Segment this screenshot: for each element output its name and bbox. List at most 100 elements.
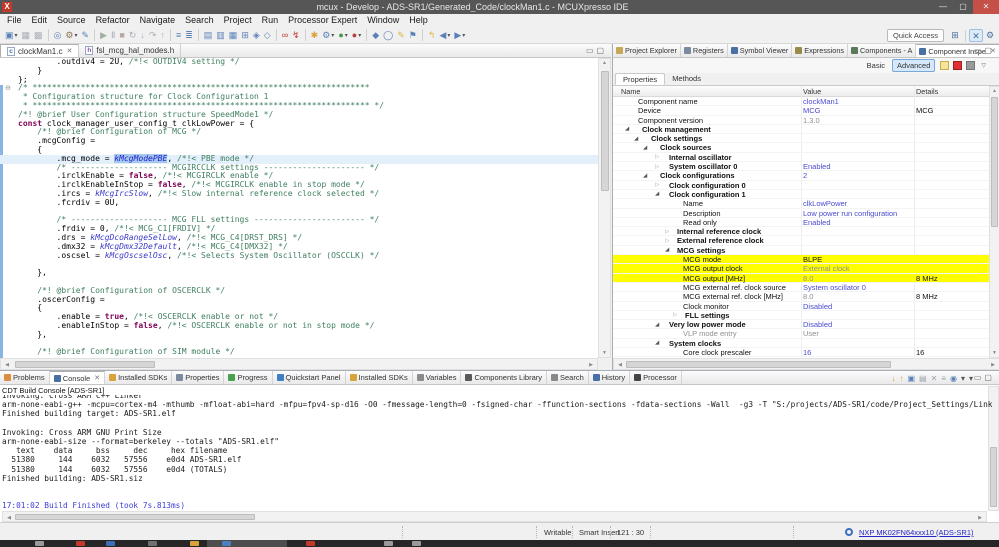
property-row[interactable]: Core clock prescaler1616 — [613, 348, 989, 357]
step-return-icon[interactable]: ↑ — [159, 28, 166, 42]
suspend-icon[interactable]: Ⅱ — [110, 28, 116, 42]
collapse-arrow-icon[interactable]: ◢ — [655, 321, 659, 329]
property-row[interactable]: Component version1.3.0 — [613, 116, 989, 125]
property-row[interactable]: Component nameclockMan1 — [613, 97, 989, 106]
taskbar-app-icon[interactable] — [222, 541, 231, 546]
taskbar-app-icon[interactable] — [306, 541, 315, 546]
taskbar-app-icon[interactable] — [384, 541, 393, 546]
view-tab-project-explorer[interactable]: Project Explorer — [613, 44, 681, 57]
maximize-window-button[interactable]: ▢ — [953, 0, 973, 14]
console-horizontal-scrollbar[interactable]: ◀ ▶ — [2, 511, 987, 522]
property-row[interactable]: ▷FLL settings — [613, 311, 989, 320]
property-row[interactable]: NameclkLowPower — [613, 199, 989, 208]
inspector-vertical-scrollbar[interactable]: ▲ ▼ — [989, 86, 999, 358]
registers-view-icon[interactable]: ▦ — [228, 28, 239, 42]
clear-console-icon[interactable]: ✕ — [931, 374, 938, 383]
open-console-icon[interactable]: ▾ — [969, 374, 973, 383]
property-row[interactable]: ◢Clock management — [613, 125, 989, 134]
terminate-icon[interactable]: ■ — [118, 28, 125, 42]
taskbar-app-icon[interactable] — [412, 541, 421, 546]
expand-arrow-icon[interactable]: ▷ — [665, 228, 669, 236]
collapse-arrow-icon[interactable]: ◢ — [655, 339, 659, 347]
scroll-lock-icon[interactable]: ≡ — [941, 374, 946, 383]
minimize-window-button[interactable]: — — [933, 0, 953, 14]
collapse-arrow-icon[interactable]: ◢ — [655, 190, 659, 198]
link-server-icon[interactable]: ∞ — [281, 28, 289, 42]
code-editor[interactable]: ⊖ .outdiv4 = 2U, /*!< OUTDIV4 setting */… — [0, 58, 611, 358]
restart-icon[interactable]: ↻ — [128, 28, 138, 42]
menu-processor-expert[interactable]: Processor Expert — [283, 14, 362, 27]
resume-icon[interactable]: ▶ — [99, 28, 108, 42]
faults-view-icon[interactable]: ◈ — [252, 28, 261, 42]
tips-icon[interactable] — [940, 61, 949, 70]
build-settings-icon[interactable]: ⚙▾ — [321, 28, 335, 42]
new-source-file-icon[interactable]: ✎ — [81, 28, 91, 42]
taskbar-app-icon[interactable] — [76, 541, 85, 546]
open-perspective-icon[interactable]: ⊞ — [948, 29, 962, 42]
tab-methods[interactable]: Methods — [665, 73, 708, 85]
console-view-icon[interactable]: ▤ — [203, 28, 214, 42]
property-row[interactable]: MCG output clockExternal clock — [613, 264, 989, 273]
word-wrap-icon[interactable]: ▤ — [919, 374, 927, 383]
property-row[interactable]: ▷Clock configuration 0 — [613, 181, 989, 190]
peripherals-view-icon[interactable]: ⊞ — [240, 28, 250, 42]
skip-breakpoints-icon[interactable]: ◎ — [53, 28, 63, 42]
menu-help[interactable]: Help — [404, 14, 433, 27]
property-row[interactable]: ▷Internal oscillator — [613, 153, 989, 162]
expand-arrow-icon[interactable]: ▷ — [655, 153, 659, 161]
tab-properties[interactable]: Properties — [615, 73, 665, 85]
flash-programmer-icon[interactable]: ◆ — [371, 28, 380, 42]
code-area[interactable]: .outdiv4 = 2U, /*!< OUTDIV4 setting */ }… — [18, 58, 598, 357]
errors-filter-icon[interactable] — [953, 61, 962, 70]
bottom-tab-history[interactable]: History — [589, 371, 630, 384]
menu-file[interactable]: File — [2, 14, 27, 27]
collapse-arrow-icon[interactable]: ◢ — [665, 246, 669, 254]
expand-arrow-icon[interactable]: ▷ — [665, 237, 669, 245]
inspector-minimize-maximize-icons[interactable]: ▭▢ — [974, 46, 995, 55]
clean-project-icon[interactable]: ✱ — [310, 28, 320, 42]
fold-collapse-icon[interactable]: ⊖ — [5, 85, 11, 93]
property-row[interactable]: MCG external ref. clock sourceSystem osc… — [613, 283, 989, 292]
display-selected-console-icon[interactable]: ▾ — [961, 374, 965, 383]
bottom-tab-search[interactable]: Search — [547, 371, 589, 384]
step-into-icon[interactable]: ↓ — [139, 28, 146, 42]
editor-minimize-maximize-icons[interactable]: ▭▢ — [586, 46, 607, 55]
view-tab-symbol-viewer[interactable]: Symbol Viewer — [728, 44, 793, 57]
bookmark-icon[interactable]: ⚑ — [408, 28, 418, 42]
property-row[interactable]: ▷System oscillator 0Enabled — [613, 162, 989, 171]
taskbar-active-app[interactable] — [207, 540, 287, 547]
install-perspective-icon[interactable]: ⚙ — [983, 29, 997, 42]
annotations-icon[interactable]: ✎ — [396, 28, 406, 42]
menu-run[interactable]: Run — [257, 14, 284, 27]
property-row[interactable]: VLP mode entryUser — [613, 329, 989, 338]
collapse-arrow-icon[interactable]: ◢ — [643, 144, 647, 152]
view-tab-registers[interactable]: Registers — [681, 44, 728, 57]
bottom-tab-problems[interactable]: Problems — [0, 371, 50, 384]
new-wizard-icon[interactable]: ▣▾ — [4, 28, 19, 42]
property-row[interactable]: ◢Clock settings — [613, 134, 989, 143]
basic-button[interactable]: Basic — [863, 60, 889, 71]
show-console-when-standout-icon[interactable]: ▣ — [907, 374, 915, 383]
menu-project[interactable]: Project — [219, 14, 257, 27]
menu-source[interactable]: Source — [52, 14, 91, 27]
taskbar-app-icon[interactable] — [148, 541, 157, 546]
property-row[interactable]: MCG modeBLPE — [613, 255, 989, 264]
editor-horizontal-scrollbar[interactable]: ◀ ▶ — [0, 358, 598, 370]
property-row[interactable]: MCG external ref. clock [MHz]8.08 MHz — [613, 292, 989, 301]
previous-annotation-icon[interactable]: ↑ — [899, 374, 903, 383]
property-row[interactable]: Clock monitorDisabled — [613, 302, 989, 311]
build-icon[interactable]: ⚙▾ — [64, 28, 78, 42]
property-row[interactable]: ◢Clock configuration 1 — [613, 190, 989, 199]
inspector-horizontal-scrollbar[interactable]: ◀ ▶ — [613, 358, 999, 370]
quick-access-button[interactable]: Quick Access — [887, 29, 944, 42]
taskbar-app-icon[interactable] — [190, 541, 199, 546]
bottom-tab-variables[interactable]: Variables — [413, 371, 462, 384]
expand-arrow-icon[interactable]: ▷ — [673, 311, 677, 319]
menu-window[interactable]: Window — [362, 14, 404, 27]
view-tab-components-a[interactable]: Components - A — [848, 44, 916, 57]
close-tab-icon[interactable]: ✕ — [66, 47, 72, 55]
settings-filter-icon[interactable] — [966, 61, 975, 70]
console-minimize-maximize-icons[interactable]: ▭▢ — [974, 373, 995, 382]
bottom-tab-processor[interactable]: Processor — [630, 371, 682, 384]
bottom-tab-installed-sdks[interactable]: Installed SDKs — [346, 371, 413, 384]
